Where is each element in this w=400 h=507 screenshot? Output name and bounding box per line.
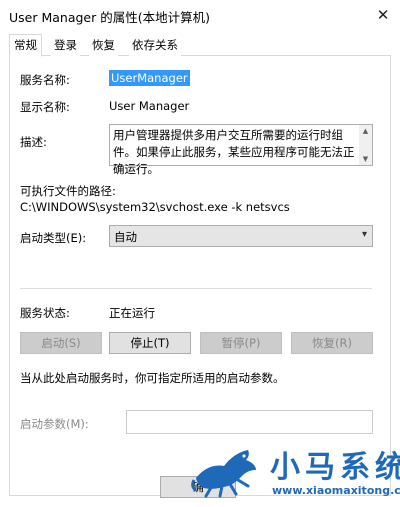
- resume-button[interactable]: 恢复(R): [291, 332, 373, 354]
- watermark: 小马系统 www.xiaomaxitong.com: [190, 440, 400, 506]
- tab-dependencies[interactable]: 依存关系: [129, 36, 181, 56]
- scroll-up-arrow-icon[interactable]: ▲: [359, 127, 372, 135]
- stop-button[interactable]: 停止(T): [109, 332, 191, 354]
- description-text: 用户管理器提供多用户交互所需要的运行时组件。如果停止此服务，某些应用程序可能无法…: [113, 128, 355, 176]
- service-status-value: 正在运行: [109, 306, 155, 320]
- title-bar: User Manager 的属性(本地计算机) ✕: [0, 0, 400, 30]
- display-name-value[interactable]: User Manager: [109, 99, 189, 113]
- window-title: User Manager 的属性(本地计算机): [9, 10, 210, 25]
- chevron-down-icon: ▾: [361, 229, 367, 240]
- pause-button[interactable]: 暂停(P): [200, 332, 282, 354]
- start-params-hint: 当从此处启动服务时，你可指定所适用的启动参数。: [20, 371, 285, 385]
- tab-logon[interactable]: 登录: [51, 36, 80, 56]
- scroll-down-arrow-icon[interactable]: ▼: [359, 155, 372, 163]
- service-status-label: 服务状态:: [20, 306, 70, 320]
- tab-strip: 常规 登录 恢复 依存关系: [9, 34, 391, 57]
- start-params-label: 启动参数(M):: [20, 417, 89, 431]
- service-name-label: 服务名称:: [20, 73, 70, 87]
- watermark-url: www.xiaomaxitong.com: [272, 484, 400, 497]
- executable-path-label: 可执行文件的路径:: [20, 184, 116, 198]
- tab-general[interactable]: 常规: [9, 34, 42, 57]
- service-name-value[interactable]: UserManager: [109, 70, 190, 86]
- close-icon[interactable]: ✕: [372, 4, 394, 26]
- tab-recovery[interactable]: 恢复: [89, 36, 118, 56]
- description-scrollbar[interactable]: ▲ ▼: [359, 125, 372, 165]
- startup-type-value: 自动: [114, 230, 137, 244]
- start-button[interactable]: 启动(S): [20, 332, 102, 354]
- startup-type-label: 启动类型(E):: [20, 231, 87, 245]
- separator: [20, 288, 372, 289]
- horse-logo-icon: [191, 450, 256, 498]
- executable-path-value[interactable]: C:\WINDOWS\system32\svchost.exe -k netsv…: [20, 200, 290, 214]
- start-params-input[interactable]: [126, 410, 373, 434]
- display-name-label: 显示名称:: [20, 100, 70, 114]
- description-label: 描述:: [20, 135, 47, 149]
- startup-type-select[interactable]: 自动 ▾: [109, 225, 373, 247]
- watermark-title: 小马系统: [270, 450, 400, 485]
- description-box[interactable]: 用户管理器提供多用户交互所需要的运行时组件。如果停止此服务，某些应用程序可能无法…: [109, 124, 373, 176]
